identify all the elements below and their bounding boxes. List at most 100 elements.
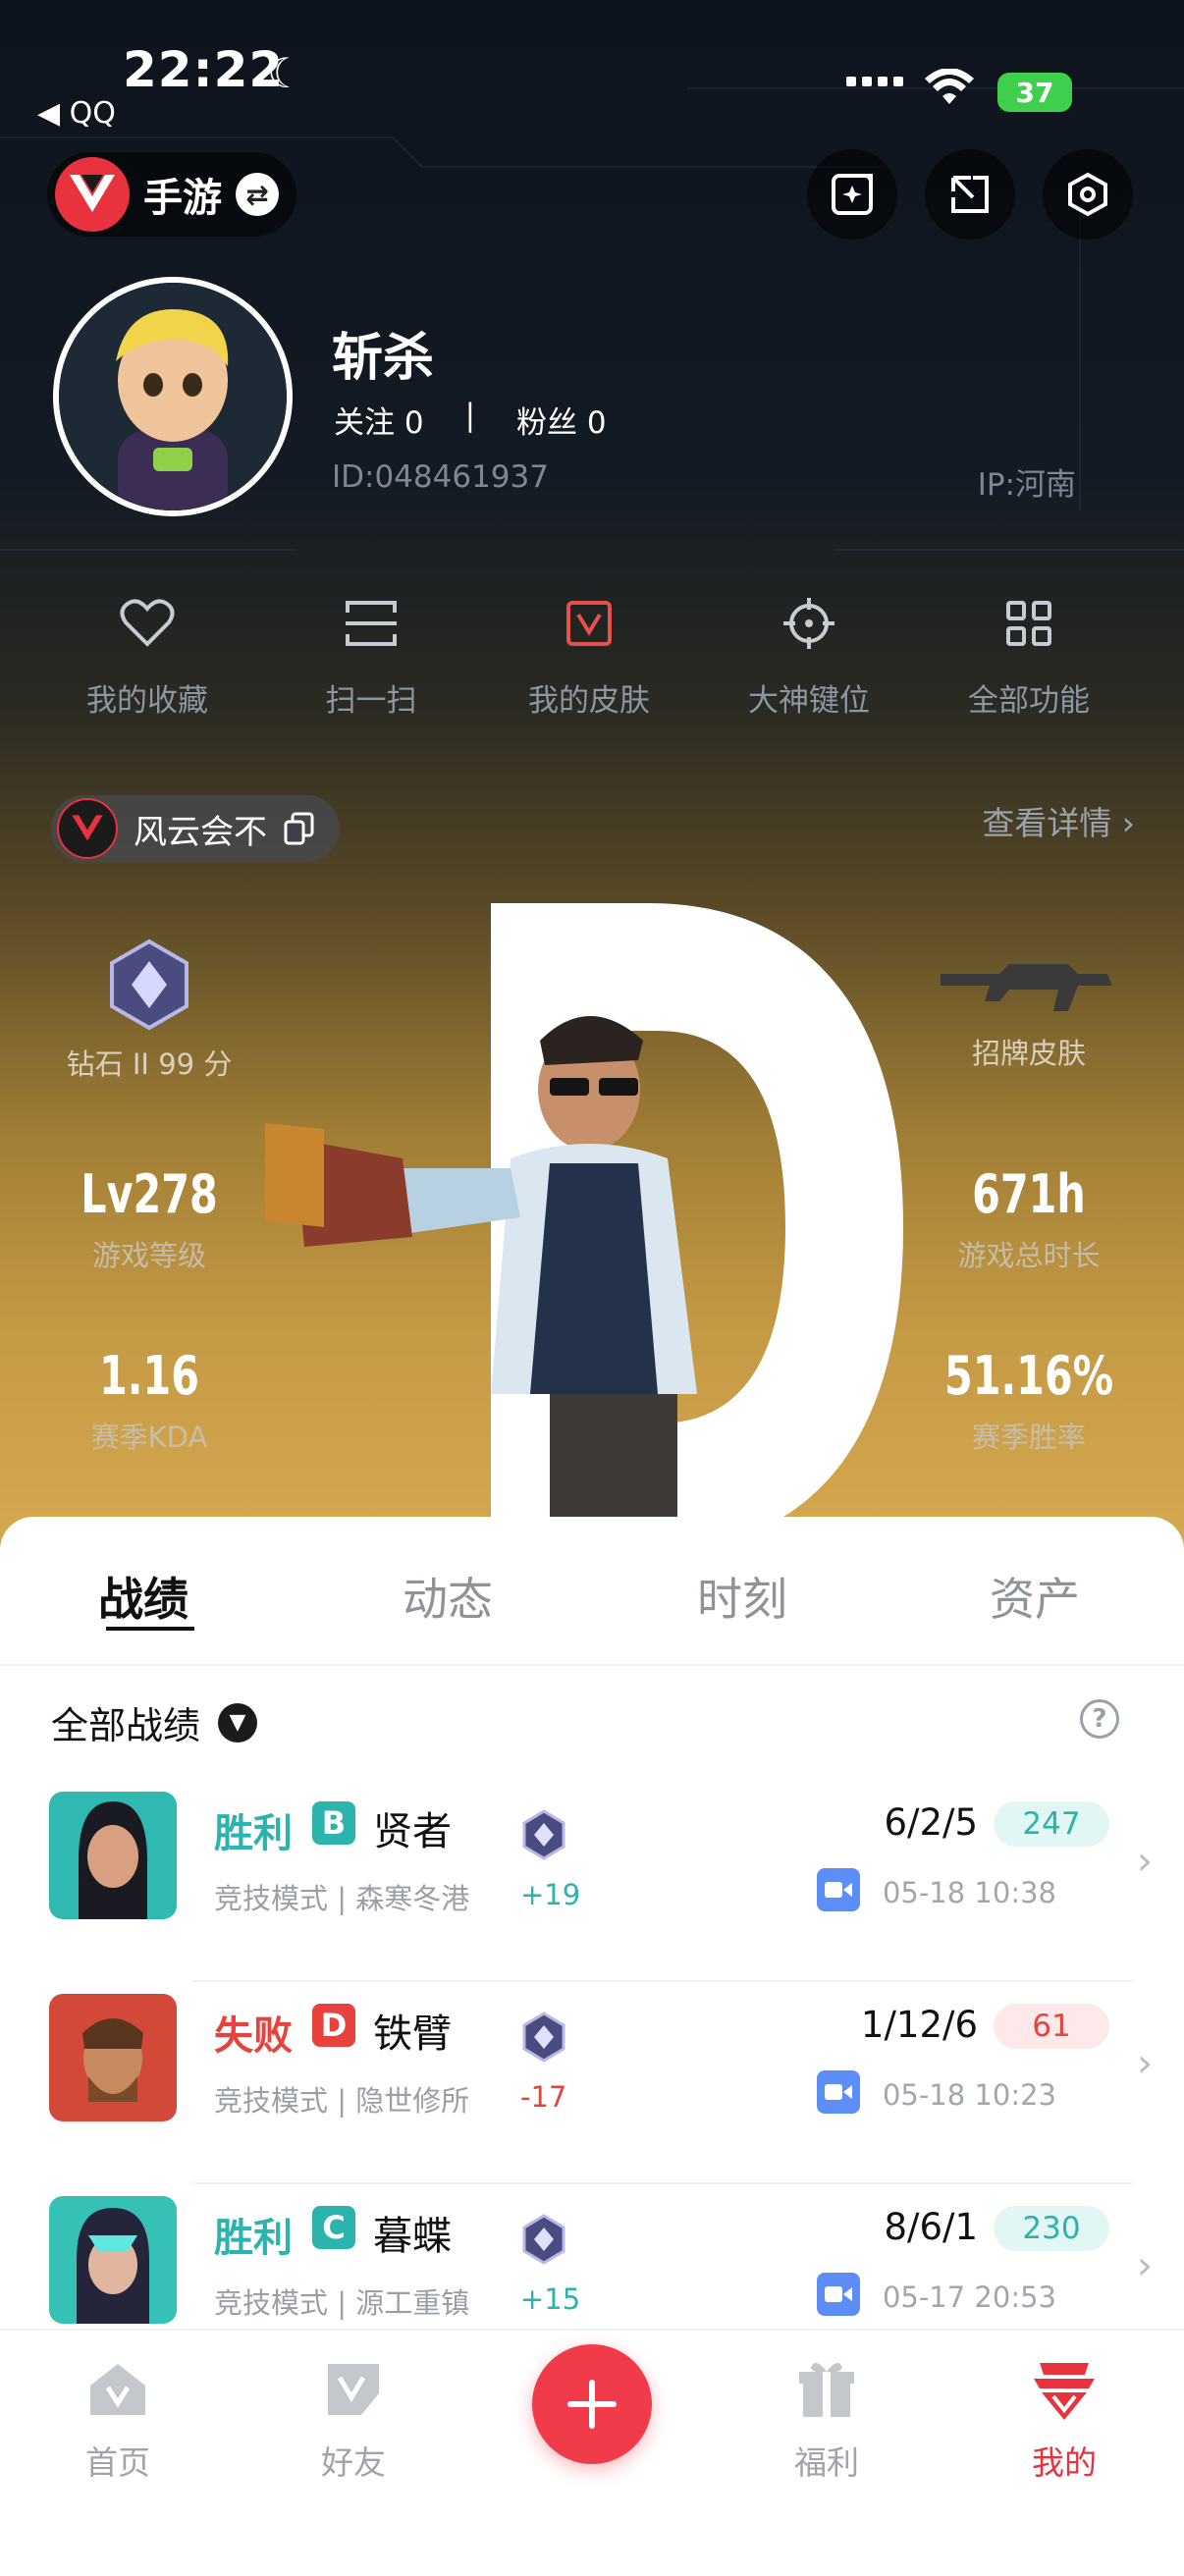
chevron-right-icon: › xyxy=(1137,2243,1153,2288)
copy-icon[interactable] xyxy=(283,812,316,845)
favorites-action[interactable]: 我的收藏 xyxy=(49,589,245,720)
winrate-value: 51.16% xyxy=(944,1345,1113,1407)
match-mode-map: 竞技模式 | 隐世修所 xyxy=(214,2084,470,2118)
my-skins-action[interactable]: 我的皮肤 xyxy=(491,589,687,720)
battery-indicator: 37 xyxy=(997,73,1072,112)
match-grade-badge: D xyxy=(312,2004,355,2047)
divider xyxy=(0,1664,1184,1666)
match-result: 胜利 xyxy=(214,1811,293,1856)
create-post-button[interactable] xyxy=(532,2344,652,2464)
clock: 22:22 xyxy=(123,41,285,98)
rank-medal-icon xyxy=(522,2214,565,2265)
gift-icon xyxy=(748,2350,905,2429)
all-features-action[interactable]: 全部功能 xyxy=(931,589,1127,720)
friends-icon xyxy=(275,2350,432,2429)
match-result: 失败 xyxy=(214,2013,293,2059)
user-id: ID:048461937 xyxy=(332,459,549,495)
share-icon xyxy=(951,176,989,213)
help-icon[interactable]: ? xyxy=(1080,1699,1119,1739)
game-label: 手游 xyxy=(143,176,222,221)
game-account-name: 风云会不 xyxy=(134,812,267,852)
plus-icon xyxy=(567,2380,617,2429)
nav-home-label: 首页 xyxy=(85,2443,150,2482)
tab-activity[interactable]: 动态 xyxy=(403,1564,493,1629)
bottom-nav: 首页 好友 福利 我的 xyxy=(0,2329,1184,2576)
game-account-pill[interactable]: 风云会不 xyxy=(51,795,340,862)
match-score-badge: 61 xyxy=(994,2004,1109,2049)
nav-rewards-label: 福利 xyxy=(794,2443,859,2482)
quick-actions: 我的收藏 扫一扫 我的皮肤 大神键位 全部功能 xyxy=(0,589,1184,726)
tab-records[interactable]: 战绩 xyxy=(98,1564,188,1629)
swap-icon: ⇄ xyxy=(236,173,279,216)
match-grade-badge: B xyxy=(312,1801,355,1845)
match-row[interactable]: 胜利 B 贤者 竞技模式 | 森寒冬港 +19 6/2/5 247 05-18 … xyxy=(0,1780,1184,1982)
level-value: Lv278 xyxy=(81,1163,218,1225)
playtime-label: 游戏总时长 xyxy=(957,1239,1101,1272)
rank-point-delta: +15 xyxy=(520,2282,581,2316)
skin-icon xyxy=(491,589,687,658)
diamond-rank-icon xyxy=(22,938,277,1036)
agent-portrait xyxy=(49,1792,177,1919)
replay-video-icon[interactable] xyxy=(817,1868,860,1911)
game-switcher[interactable]: 手游 ⇄ xyxy=(47,152,296,237)
match-mode-map: 竞技模式 | 森寒冬港 xyxy=(214,1882,470,1915)
nav-friends[interactable]: 好友 xyxy=(275,2350,432,2484)
nav-profile-label: 我的 xyxy=(1032,2443,1097,2482)
nav-profile[interactable]: 我的 xyxy=(986,2350,1143,2484)
signature-skin-label: 招牌皮肤 xyxy=(971,1037,1086,1070)
agent-name: 贤者 xyxy=(373,1809,452,1854)
game-logo-icon xyxy=(55,157,130,232)
favorites-label: 我的收藏 xyxy=(86,683,208,719)
agent-portrait xyxy=(49,1994,177,2121)
ip-location: IP:河南 xyxy=(977,467,1076,503)
kda-stat: 1.16 赛季KDA xyxy=(22,1345,277,1456)
grid-icon xyxy=(931,589,1127,658)
playtime-stat: 671h 游戏总时长 xyxy=(901,1163,1157,1274)
rank-point-delta: -17 xyxy=(520,2080,567,2114)
share-button[interactable] xyxy=(925,149,1015,240)
nav-friends-label: 好友 xyxy=(321,2443,386,2482)
heart-icon xyxy=(49,589,245,658)
cellular-signal-icon xyxy=(846,77,903,86)
nav-rewards[interactable]: 福利 xyxy=(748,2350,905,2484)
pro-keybind-label: 大神键位 xyxy=(748,683,870,719)
moon-icon: ☾ xyxy=(267,49,304,97)
records-filter[interactable]: 全部战绩 ▼ xyxy=(51,1695,258,1749)
agent-name: 暮蝶 xyxy=(373,2214,452,2259)
back-to-app-link[interactable]: ◀ QQ xyxy=(37,96,116,131)
winrate-label: 赛季胜率 xyxy=(971,1421,1086,1454)
edit-card-button[interactable] xyxy=(807,149,897,240)
agent-character-art xyxy=(226,972,815,1571)
rank-medal-icon xyxy=(522,2012,565,2063)
match-kda: 8/6/1 xyxy=(884,2206,978,2248)
scan-action[interactable]: 扫一扫 xyxy=(273,589,469,720)
nav-home[interactable]: 首页 xyxy=(39,2350,196,2484)
replay-video-icon[interactable] xyxy=(817,2070,860,2114)
signature-skin-stat[interactable]: 招牌皮肤 xyxy=(901,952,1157,1072)
home-icon xyxy=(39,2350,196,2429)
tab-moments[interactable]: 时刻 xyxy=(697,1564,787,1629)
match-score-badge: 247 xyxy=(994,1801,1109,1847)
pro-keybind-action[interactable]: 大神键位 xyxy=(711,589,907,720)
tab-assets[interactable]: 资产 xyxy=(990,1564,1080,1629)
replay-video-icon[interactable] xyxy=(817,2273,860,2316)
follow-stats: 关注 0 | 粉丝 0 xyxy=(334,398,607,442)
match-kda: 6/2/5 xyxy=(884,1801,978,1844)
chevron-right-icon: › xyxy=(1137,1839,1153,1884)
view-details-link[interactable]: 查看详情 › xyxy=(982,797,1135,844)
match-datetime: 05-17 20:53 xyxy=(882,2281,1056,2314)
follow-separator: | xyxy=(464,398,476,433)
rank-medal-icon xyxy=(522,1809,565,1860)
status-bar: 22:22 ☾ ◀ QQ 37 xyxy=(0,0,1184,137)
level-stat: Lv278 游戏等级 xyxy=(22,1163,277,1274)
fans-count[interactable]: 粉丝 0 xyxy=(516,398,607,442)
avatar[interactable] xyxy=(53,277,293,516)
filter-label: 全部战绩 xyxy=(51,1704,201,1747)
match-row[interactable]: 失败 D 铁臂 竞技模式 | 隐世修所 -17 1/12/6 61 05-18 … xyxy=(0,1982,1184,2184)
follow-count[interactable]: 关注 0 xyxy=(334,398,424,442)
chevron-down-icon: ▼ xyxy=(218,1702,258,1743)
match-kda: 1/12/6 xyxy=(860,2004,978,2046)
game-logo-icon xyxy=(57,798,118,859)
settings-button[interactable] xyxy=(1043,149,1133,240)
rank-point-delta: +19 xyxy=(520,1878,581,1911)
